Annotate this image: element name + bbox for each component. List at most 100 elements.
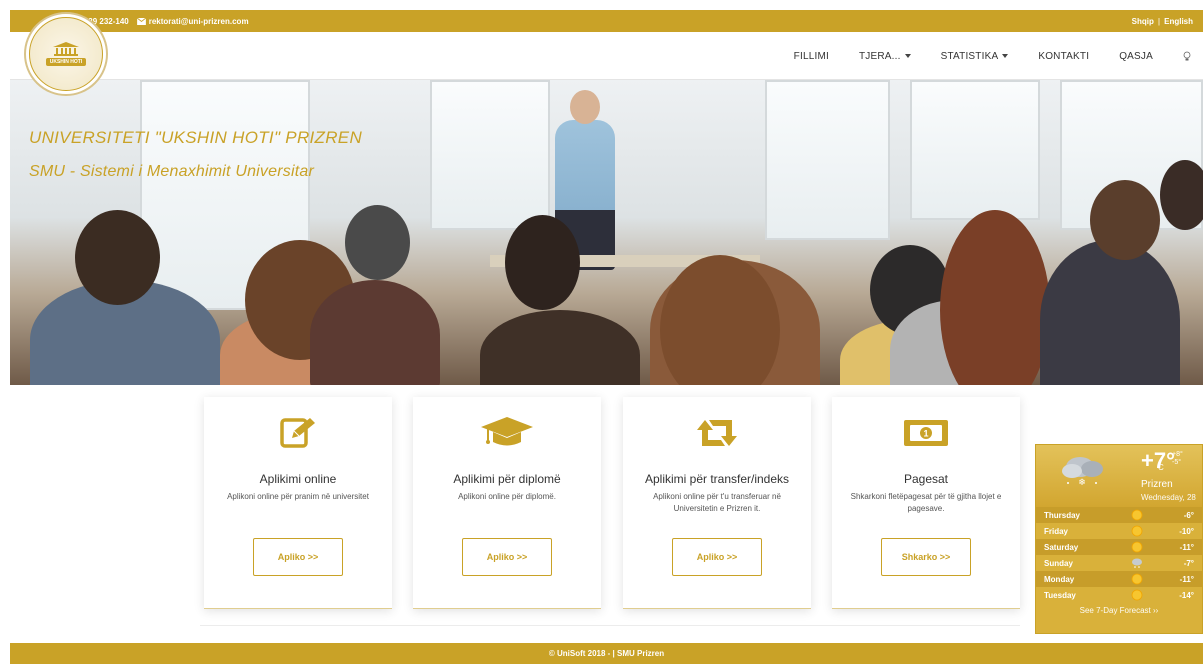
caret-down-icon (904, 54, 911, 58)
nav-item-label: TJERA... (858, 50, 901, 62)
lightbulb-icon[interactable] (1183, 51, 1191, 62)
lang-separator: | (1157, 16, 1161, 26)
card-description: Aplikoni online për pranim në universite… (227, 492, 369, 501)
temp-high: +8° (1172, 451, 1183, 458)
nav-item-fillimi[interactable]: FILLIMI (794, 51, 829, 62)
logo-band: UKSHIN HOTI (45, 58, 87, 66)
apply-diploma-button[interactable]: Apliko >> (462, 538, 552, 576)
download-payments-button[interactable]: Shkarko >> (881, 538, 971, 576)
hero-banner: UNIVERSITETI "UKSHIN HOTI" PRIZREN SMU -… (10, 80, 1203, 385)
forecast-temp: -7° (1183, 558, 1194, 568)
audience-head (1160, 160, 1203, 230)
card-title: Pagesat (903, 472, 949, 486)
audience-head (1090, 180, 1160, 260)
footer: © UniSoft 2018 - | SMU Prizren (10, 643, 1203, 664)
email-address: rektorati@uni-prizren.com (148, 16, 249, 26)
forecast-row: Thursday -6° (1036, 507, 1202, 523)
audience-head (505, 215, 580, 310)
forecast-day: Thursday (1044, 510, 1081, 520)
language-switcher: Shqip | English (1132, 17, 1193, 26)
temp-high-low: +8° -5° (1172, 451, 1183, 467)
cloud-snow-icon (1132, 558, 1142, 568)
hero-window (910, 80, 1040, 220)
forecast-temp: -11° (1179, 542, 1194, 552)
svg-text:1: 1 (923, 429, 928, 439)
weather-widget[interactable]: ❄ +7° C +8° -5° Prizren Wednesday, 28 Thu… (1035, 444, 1203, 634)
audience-member (1040, 240, 1180, 385)
nav-item-statistika[interactable]: STATISTIKA (941, 51, 1009, 62)
presenter-head (570, 90, 600, 124)
card-title: Aplikimi online (259, 472, 337, 486)
sun-icon (1131, 589, 1143, 601)
weather-date: Wednesday, 28 (1141, 493, 1196, 502)
hero-window (430, 80, 550, 230)
card-aplikimi-transfer: Aplikimi për transfer/indeks Aplikoni on… (623, 397, 811, 609)
graduation-cap-icon (479, 413, 535, 453)
card-pagesat: 1 Pagesat Shkarkoni fletëpagesat për të … (832, 397, 1020, 609)
card-description: Aplikoni online për diplomë. (458, 492, 556, 501)
forecast-temp: -14° (1179, 590, 1194, 600)
card-title: Aplikimi për diplomë (453, 472, 561, 486)
weather-city: Prizren (1141, 479, 1173, 490)
sun-icon (1131, 573, 1143, 585)
forecast-row: Saturday -11° (1036, 539, 1202, 555)
forecast-row: Tuesday -14° (1036, 587, 1202, 603)
nav-item-kontakti[interactable]: KONTAKTI (1038, 51, 1089, 62)
nav-item-tjera[interactable]: TJERA... (859, 51, 911, 62)
forecast-temp: -11° (1179, 574, 1194, 584)
main-navbar: FILLIMI TJERA... STATISTIKA KONTAKTI QAS… (10, 32, 1203, 80)
hero-window (765, 80, 890, 240)
forecast-day: Sunday (1044, 558, 1073, 568)
sun-icon (1131, 541, 1143, 553)
forecast-day: Friday (1044, 526, 1069, 536)
sun-icon (1131, 525, 1143, 537)
forecast-temp: -10° (1179, 526, 1194, 536)
forecast-day: Saturday (1044, 542, 1079, 552)
logo-seal: UKSHIN HOTI (29, 17, 103, 91)
card-description: Shkarkoni fletëpagesat për të gjitha llo… (850, 492, 1002, 513)
nav-item-label: QASJA (1119, 50, 1153, 62)
audience-head (940, 210, 1050, 385)
apply-transfer-button[interactable]: Apliko >> (672, 538, 762, 576)
content-divider (200, 625, 1020, 626)
hero-subtitle: SMU - Sistemi i Menaxhimit Universitar (29, 163, 314, 180)
forecast-row: Monday -11° (1036, 571, 1202, 587)
card-aplikimi-diplome: Aplikimi për diplomë Aplikoni online për… (413, 397, 601, 609)
forecast-row: Sunday -7° (1036, 555, 1202, 571)
caret-down-icon (1002, 54, 1009, 58)
card-description: Aplikoni online për t'u transferuar në U… (653, 492, 781, 513)
weather-current: ❄ +7° C +8° -5° Prizren Wednesday, 28 (1036, 445, 1202, 507)
money-bill-icon: 1 (898, 413, 954, 453)
lang-english[interactable]: English (1164, 17, 1193, 26)
forecast-row: Friday -10° (1036, 523, 1202, 539)
hero-title: UNIVERSITETI "UKSHIN HOTI" PRIZREN (29, 128, 363, 147)
forecast-day: Tuesday (1044, 590, 1076, 600)
temp-unit: C (1158, 463, 1164, 472)
audience-member (480, 310, 640, 385)
email-contact[interactable]: rektorati@uni-prizren.com (136, 16, 249, 26)
forecast-link[interactable]: See 7-Day Forecast ›› (1036, 606, 1202, 615)
forecast-temp: -6° (1183, 510, 1194, 520)
apply-online-button[interactable]: Apliko >> (253, 538, 343, 576)
nav-item-label: FILLIMI (793, 50, 829, 62)
envelope-icon (136, 17, 146, 25)
nav-item-qasja[interactable]: QASJA (1119, 51, 1153, 62)
sun-icon (1131, 509, 1143, 521)
svg-text:❄: ❄ (1078, 478, 1086, 487)
building-icon (53, 42, 79, 56)
card-aplikimi-online: Aplikimi online Aplikoni online për pran… (204, 397, 392, 609)
top-contact-bar: +381 (0) 29 232-140 rektorati@uni-prizre… (10, 10, 1203, 32)
edit-icon (270, 413, 326, 453)
temp-low: -5° (1172, 459, 1182, 466)
forecast-day: Monday (1044, 574, 1075, 584)
audience-member (310, 280, 440, 385)
nav-item-label: KONTAKTI (1038, 50, 1090, 62)
university-logo[interactable]: UKSHIN HOTI (24, 12, 108, 96)
lang-albanian[interactable]: Shqip (1132, 17, 1154, 26)
footer-copyright: © UniSoft 2018 - | SMU Prizren (548, 649, 665, 658)
audience-head (345, 205, 410, 280)
nav-menu: FILLIMI TJERA... STATISTIKA KONTAKTI QAS… (794, 32, 1191, 80)
audience-head (75, 210, 160, 305)
nav-item-label: STATISTIKA (940, 50, 999, 62)
cloud-snow-icon: ❄ (1062, 457, 1103, 487)
